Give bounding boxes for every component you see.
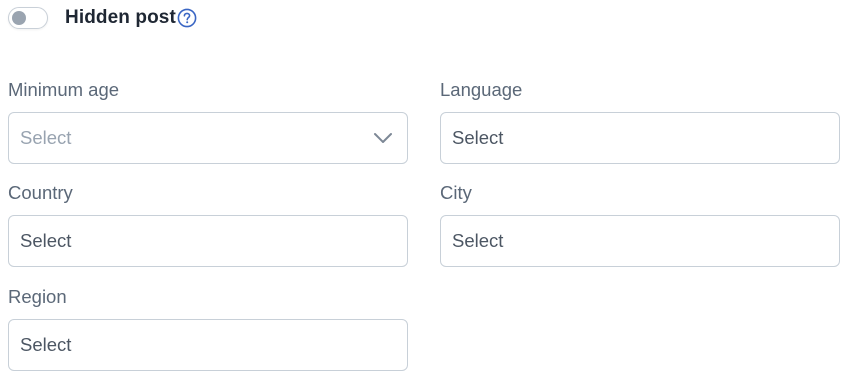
region-label: Region <box>8 286 67 307</box>
minimum-age-value: Select <box>20 127 72 148</box>
minimum-age-select[interactable]: Select <box>8 112 408 164</box>
city-label: City <box>440 182 472 203</box>
city-field: City Select <box>440 182 840 267</box>
city-value: Select <box>452 230 504 251</box>
country-value: Select <box>20 230 72 251</box>
city-select[interactable]: Select <box>440 215 840 267</box>
language-value: Select <box>452 127 504 148</box>
language-label: Language <box>440 79 523 100</box>
chevron-down-icon <box>374 133 392 143</box>
question-circle-icon[interactable] <box>177 8 197 28</box>
region-field: Region Select <box>8 286 408 371</box>
country-select[interactable]: Select <box>8 215 408 267</box>
hidden-post-label: Hidden post <box>65 7 176 28</box>
region-select[interactable]: Select <box>8 319 408 371</box>
hidden-post-row: Hidden post <box>8 5 197 31</box>
language-field: Language Select <box>440 79 840 164</box>
country-field: Country Select <box>8 182 408 267</box>
country-label: Country <box>8 182 73 203</box>
minimum-age-label: Minimum age <box>8 79 120 100</box>
language-select[interactable]: Select <box>440 112 840 164</box>
hidden-post-toggle[interactable] <box>8 7 48 29</box>
toggle-knob <box>12 11 26 25</box>
region-value: Select <box>20 334 72 355</box>
minimum-age-field: Minimum age Select <box>8 79 408 164</box>
